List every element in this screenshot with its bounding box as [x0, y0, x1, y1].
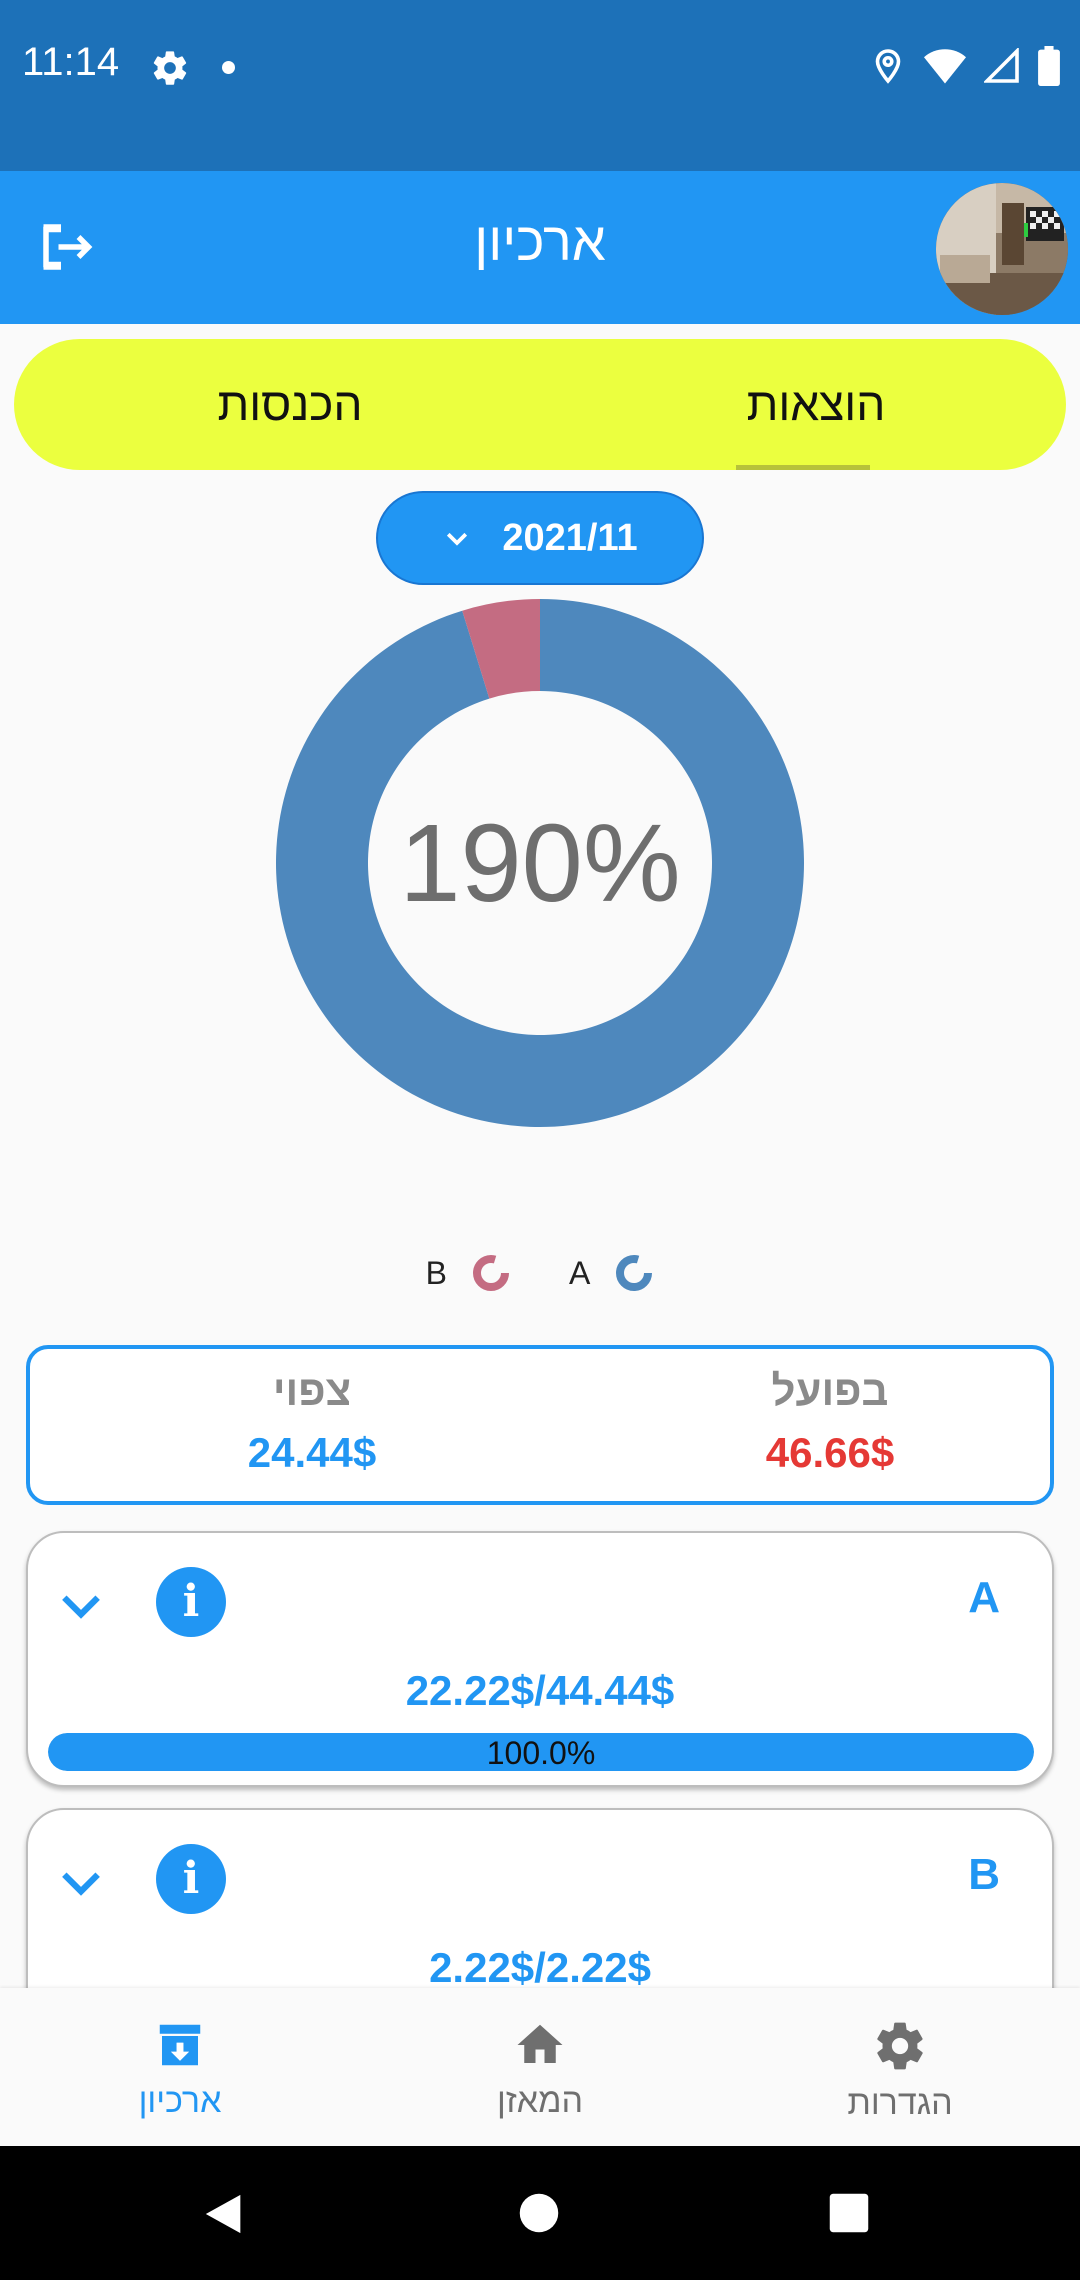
legend-item-b: B: [426, 1253, 511, 1293]
battery-icon: [1038, 46, 1060, 86]
category-progress-bar: 100.0%: [48, 1733, 1034, 1771]
app-bar: ארכיון: [0, 171, 1080, 324]
progress-text: 100.0%: [486, 1735, 596, 1771]
status-time: 11:14: [22, 40, 120, 84]
page-title: ארכיון: [474, 212, 606, 272]
nav-balance-label: המאזן: [496, 2082, 584, 2120]
bottom-nav: ארכיון המאזן הגדרות: [0, 1988, 1080, 2146]
category-amount: 2.22$/2.22$: [429, 1944, 651, 1991]
summary-actual: בפועל 46.66$: [630, 1367, 1030, 1477]
gear-icon: [877, 2022, 923, 2070]
tab-bar: הכנסות הוצאות: [14, 339, 1066, 470]
nav-archive-label: ארכיון: [138, 2082, 222, 2120]
actual-value: 46.66$: [765, 1429, 895, 1476]
summary-card: צפוי 24.44$ בפועל 46.66$: [26, 1345, 1054, 1505]
home-icon: [517, 2024, 563, 2063]
legend-label: A: [569, 1254, 591, 1291]
tab-income[interactable]: הכנסות: [90, 339, 490, 470]
tab-expenses[interactable]: הוצאות: [616, 339, 1016, 470]
category-card[interactable]: i A 22.22$/44.44$ 100.0%: [26, 1531, 1054, 1787]
expected-value: 24.44$: [247, 1429, 377, 1476]
location-icon: [875, 49, 901, 84]
home-circle-icon[interactable]: [518, 2192, 560, 2234]
category-amount: 22.22$/44.44$: [405, 1667, 675, 1714]
avatar[interactable]: [936, 183, 1068, 315]
month-value: 2021/11: [502, 516, 638, 559]
nav-archive[interactable]: ארכיון: [50, 2018, 310, 2121]
actual-label: בפועל: [771, 1367, 889, 1414]
chevron-down-icon: [447, 532, 468, 546]
legend-swatch-icon: [616, 1255, 653, 1291]
info-icon[interactable]: i: [156, 1844, 226, 1914]
avatar-image: [936, 183, 1068, 315]
category-name: B: [968, 1850, 1000, 1899]
legend-label: B: [425, 1254, 447, 1291]
tab-indicator: [736, 465, 870, 470]
nav-balance[interactable]: המאזן: [410, 2018, 670, 2121]
signal-icon: [984, 48, 1019, 83]
system-nav-bar: [0, 2146, 1080, 2280]
settings-gear-icon: [153, 51, 187, 85]
legend-swatch-icon: [473, 1255, 509, 1291]
category-name: A: [968, 1573, 1000, 1622]
wifi-icon: [924, 49, 966, 84]
month-dropdown[interactable]: 2021/11: [376, 491, 704, 585]
status-icons: [870, 46, 1060, 86]
donut-center-label: 190%: [399, 802, 681, 925]
nav-settings-label: הגדרות: [847, 2084, 953, 2122]
nav-settings[interactable]: הגדרות: [770, 2018, 1030, 2123]
archive-icon: [159, 2024, 201, 2066]
chevron-down-icon[interactable]: [56, 1581, 106, 1631]
notification-dot-icon: [222, 61, 235, 74]
back-icon[interactable]: [202, 2190, 248, 2238]
status-bar: 11:14: [0, 0, 1080, 171]
expected-label: צפוי: [272, 1367, 352, 1414]
chart-legend: B A: [0, 1253, 1080, 1293]
recents-icon[interactable]: [828, 2192, 870, 2234]
info-icon[interactable]: i: [156, 1567, 226, 1637]
chevron-down-icon[interactable]: [56, 1858, 106, 1908]
summary-expected: צפוי 24.44$: [112, 1367, 512, 1477]
legend-item-a: A: [569, 1253, 654, 1293]
